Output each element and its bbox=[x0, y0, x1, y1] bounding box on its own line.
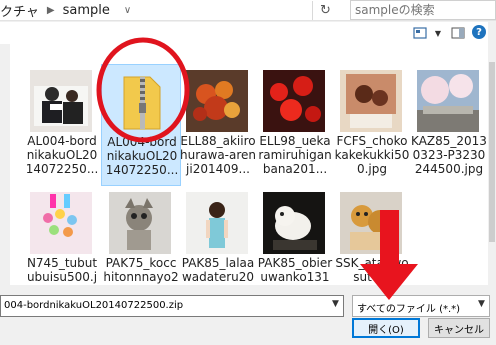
file-item[interactable]: PAK85_obieruwanko13135-09.jpg bbox=[255, 186, 335, 285]
file-item[interactable]: ELL98_uekaramiruhiganbana201... bbox=[255, 64, 335, 186]
scrollbar-thumb[interactable] bbox=[489, 62, 495, 242]
file-label: ELL98_uekaramiruhiganbana201... bbox=[258, 134, 332, 176]
filetype-dropdown-icon[interactable]: ▼ bbox=[478, 299, 485, 309]
thumbnail bbox=[340, 70, 402, 132]
view-dropdown-icon[interactable]: ▼ bbox=[430, 25, 446, 41]
open-button[interactable]: 開く(O) bbox=[352, 318, 420, 338]
file-label: AL004-bordnikakuOL2014072250... bbox=[25, 134, 99, 176]
thumbnail bbox=[30, 192, 92, 254]
file-label: FCFS_chokokakekukki500.jpg bbox=[334, 134, 410, 176]
thumbnail bbox=[109, 192, 171, 254]
breadcrumb-current[interactable]: sample bbox=[63, 3, 110, 18]
view-options-icon[interactable] bbox=[412, 25, 428, 41]
search-input[interactable] bbox=[350, 0, 496, 20]
filename-dropdown-icon[interactable]: ▼ bbox=[332, 299, 339, 309]
thumbnail bbox=[263, 192, 325, 254]
thumbnail bbox=[417, 70, 479, 132]
breadcrumb-dropdown-icon[interactable]: ∨ bbox=[124, 5, 131, 16]
file-label: N745_tubutubuisu500.jpg bbox=[26, 256, 98, 285]
thumbnail bbox=[186, 70, 248, 132]
file-item-selected[interactable]: AL004-bordnikakuOL2014072250... bbox=[101, 64, 181, 186]
file-label: PAK85_lalaawadateru20140222150 bbox=[181, 256, 255, 285]
thumbnail bbox=[186, 192, 248, 254]
preview-pane-icon[interactable] bbox=[450, 25, 466, 41]
file-label: PAK85_obieruwanko13135-09.jpg bbox=[257, 256, 333, 285]
file-label: SSK_atabwosute... bbox=[335, 256, 409, 284]
dialog-footer: 004-bordnikakuOL20140722500.zip ▼ すべてのファ… bbox=[0, 285, 496, 345]
thumbnail bbox=[263, 70, 325, 132]
file-item[interactable]: N745_tubutubuisu500.jpg bbox=[22, 186, 102, 285]
file-item[interactable]: SSK_atabwosute... bbox=[332, 186, 412, 285]
file-item[interactable]: KAZ85_20130323-P3230244500.jpg bbox=[409, 64, 488, 186]
vertical-scrollbar[interactable] bbox=[488, 22, 496, 285]
toolbar: ▼ ? bbox=[0, 22, 496, 44]
filetype-select[interactable]: すべてのファイル (*.*) bbox=[352, 295, 490, 317]
file-label: PAK75_kocchitonnnayo20158100 bbox=[103, 256, 179, 285]
filename-field[interactable]: 004-bordnikakuOL20140722500.zip bbox=[0, 295, 344, 317]
file-item[interactable]: PAK85_lalaawadateru20140222150 bbox=[178, 186, 258, 285]
file-label: ELL88_akiirohurawa-arenji201409... bbox=[180, 134, 256, 176]
thumbnail bbox=[340, 192, 402, 254]
file-label: KAZ85_20130323-P3230244500.jpg bbox=[411, 134, 487, 176]
cancel-button[interactable]: キャンセル bbox=[428, 318, 490, 338]
file-item[interactable]: ELL88_akiirohurawa-arenji201409... bbox=[178, 64, 258, 186]
breadcrumb-parent[interactable]: クチャ bbox=[0, 1, 39, 20]
thumbnail bbox=[30, 70, 92, 132]
file-label: AL004-bordnikakuOL2014072250... bbox=[105, 135, 179, 177]
nav-pane-edge bbox=[0, 44, 10, 285]
file-list: AL004-bordnikakuOL2014072250... AL004-bo… bbox=[0, 44, 488, 285]
help-icon[interactable]: ? bbox=[472, 25, 486, 39]
breadcrumb-separator-icon: ▶ bbox=[46, 5, 55, 16]
refresh-icon[interactable]: ↻ bbox=[312, 1, 338, 20]
file-item[interactable]: PAK75_kocchitonnnayo20158100 bbox=[101, 186, 181, 285]
zip-folder-icon bbox=[110, 71, 172, 133]
breadcrumb: クチャ ▶ sample ∨ bbox=[0, 0, 139, 21]
file-item[interactable]: FCFS_chokokakekukki500.jpg bbox=[332, 64, 412, 186]
file-item[interactable]: AL004-bordnikakuOL2014072250... bbox=[22, 64, 102, 186]
address-bar: クチャ ▶ sample ∨ ↻ bbox=[0, 0, 496, 21]
